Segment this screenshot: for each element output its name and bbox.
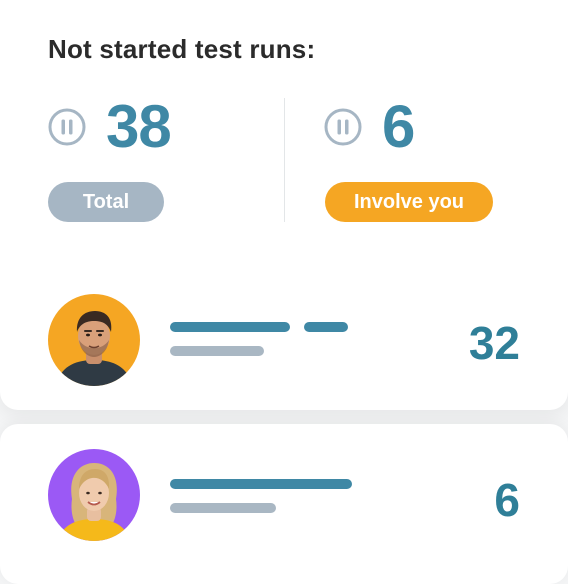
total-badge[interactable]: Total	[48, 182, 164, 222]
placeholder-bar	[304, 322, 348, 332]
placeholder-bar	[170, 322, 290, 332]
placeholder-bar	[170, 346, 264, 356]
avatar	[48, 449, 140, 541]
summary-card: Not started test runs: 38 6 Total Involv…	[0, 0, 568, 410]
man-avatar	[48, 294, 140, 386]
divider	[284, 98, 285, 222]
involve-you-stat: 6	[324, 92, 415, 162]
avatar	[48, 294, 140, 386]
woman-avatar	[48, 449, 140, 541]
involve-you-count: 6	[382, 93, 415, 160]
placeholder-bar	[170, 503, 276, 513]
row-count: 6	[494, 474, 520, 526]
pause-circle-icon	[48, 108, 86, 146]
pause-circle-icon	[324, 108, 362, 146]
row-count: 32	[468, 317, 520, 369]
widget-title: Not started test runs:	[48, 34, 316, 64]
placeholder-bar	[170, 479, 352, 489]
involve-you-badge[interactable]: Involve you	[325, 182, 493, 222]
total-stat: 38	[48, 92, 172, 162]
total-count: 38	[106, 93, 172, 160]
